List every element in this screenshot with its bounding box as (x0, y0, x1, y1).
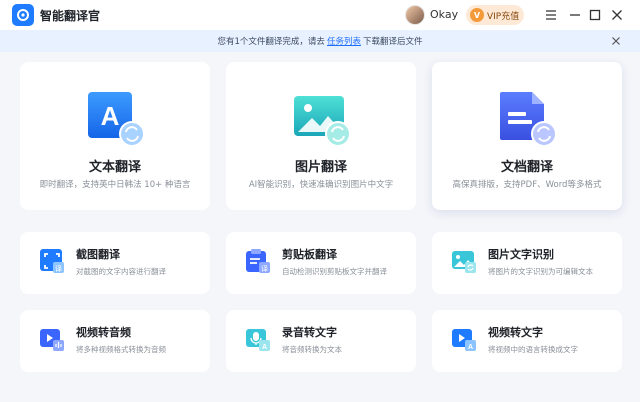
screenshot-translate-card[interactable]: 译 截图翻译 对截图的文字内容进行翻译 (20, 232, 210, 294)
image-ocr-icon (451, 248, 477, 274)
image-ocr-card[interactable]: 图片文字识别 将图片的文字识别为可编辑文本 (432, 232, 622, 294)
card-desc: 高保真排版，支持PDF、Word等多格式 (452, 180, 602, 190)
vip-badge-icon: V (470, 8, 484, 22)
svg-text:译: 译 (261, 265, 268, 273)
svg-text:A: A (468, 344, 473, 351)
clipboard-translate-card[interactable]: 译 剪贴板翻译 自动检测识别剪贴板文字并翻译 (226, 232, 416, 294)
video-to-text-card[interactable]: A 视频转文字 将视频中的语言转换成文字 (432, 310, 622, 372)
svg-text:A: A (101, 101, 120, 131)
card-desc: 将多种视频格式转换为音频 (76, 345, 166, 354)
notice-bar: 您有1个文件翻译完成，请去 任务列表 下载翻译后文件 (0, 30, 640, 52)
notice-prefix: 您有1个文件翻译完成，请去 (217, 37, 325, 47)
card-title: 文档翻译 (500, 160, 553, 175)
card-title: 图片文字识别 (488, 248, 554, 261)
card-desc: 对截图的文字内容进行翻译 (76, 267, 166, 276)
card-title: 截图翻译 (76, 248, 120, 261)
card-desc: 将音频转换为文本 (282, 345, 342, 354)
document-translate-card[interactable]: 文档翻译 高保真排版，支持PDF、Word等多格式 (432, 62, 622, 210)
screenshot-translate-icon: 译 (39, 248, 65, 274)
svg-text:A: A (262, 344, 267, 351)
avatar[interactable] (405, 5, 425, 25)
image-translate-icon (292, 90, 351, 148)
svg-text:译: 译 (55, 265, 62, 273)
card-title: 图片翻译 (294, 160, 347, 175)
card-title: 剪贴板翻译 (282, 248, 337, 261)
card-title: 视频转音频 (76, 326, 131, 339)
minimize-icon[interactable] (567, 7, 583, 23)
card-desc: 将图片的文字识别为可编辑文本 (488, 267, 593, 276)
audio-to-text-card[interactable]: A 录音转文字 将音频转换为文本 (226, 310, 416, 372)
video-to-audio-icon (39, 326, 65, 352)
vip-label: VIP充值 (487, 11, 520, 22)
document-translate-icon (498, 90, 557, 148)
clipboard-translate-icon: 译 (245, 248, 271, 274)
image-translate-card[interactable]: 图片翻译 AI智能识别，快速准确识别图片中文字 (226, 62, 416, 210)
card-desc: AI智能识别，快速准确识别图片中文字 (248, 180, 394, 190)
text-translate-icon: A (86, 90, 145, 148)
card-title: 视频转文字 (488, 326, 543, 339)
notice-suffix: 下载翻译后文件 (362, 37, 423, 47)
card-title: 录音转文字 (282, 326, 337, 339)
card-desc: 将视频中的语言转换成文字 (488, 345, 578, 354)
maximize-icon[interactable] (587, 7, 603, 23)
card-desc: 自动检测识别剪贴板文字并翻译 (282, 267, 387, 276)
video-to-audio-card[interactable]: 视频转音频 将多种视频格式转换为音频 (20, 310, 210, 372)
notice-close-icon[interactable] (610, 35, 622, 47)
title-bar: 智能翻译官 Okay V VIP充值 (0, 0, 640, 30)
card-title: 文本翻译 (88, 160, 141, 175)
app-logo-icon (12, 4, 34, 26)
vip-recharge-button[interactable]: V VIP充值 (466, 5, 524, 25)
close-icon[interactable] (609, 7, 625, 23)
task-list-link[interactable]: 任务列表 (327, 35, 361, 47)
text-translate-card[interactable]: A 文本翻译 即时翻译，支持英中日韩法 10+ 种语言 (20, 62, 210, 210)
card-desc: 即时翻译，支持英中日韩法 10+ 种语言 (39, 180, 191, 190)
video-to-text-icon: A (451, 326, 477, 352)
menu-icon[interactable] (543, 7, 559, 23)
audio-to-text-icon: A (245, 326, 271, 352)
username[interactable]: Okay (430, 8, 458, 21)
app-title: 智能翻译官 (40, 9, 101, 23)
